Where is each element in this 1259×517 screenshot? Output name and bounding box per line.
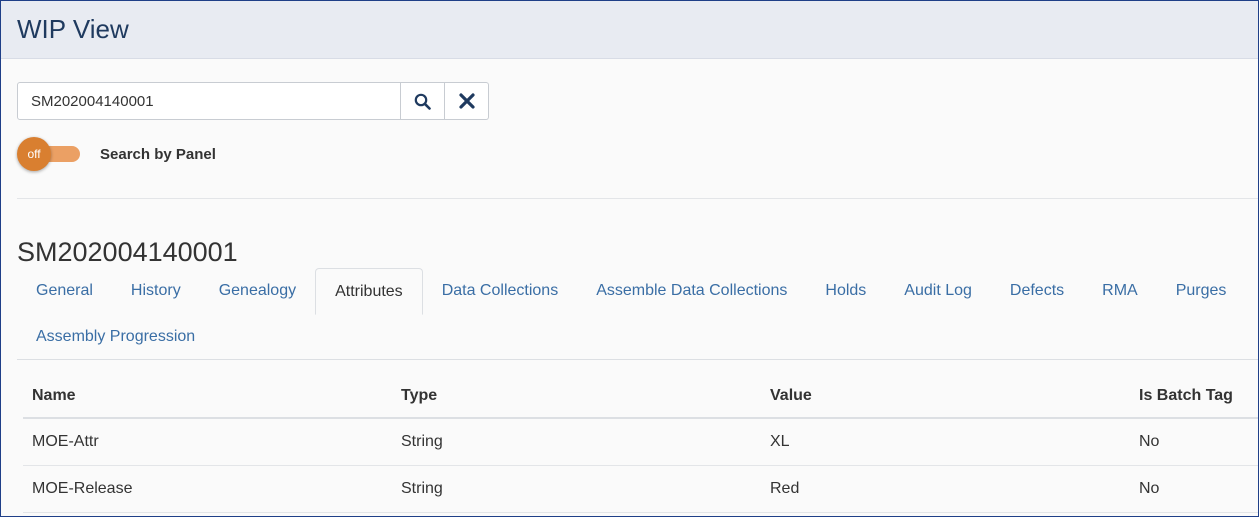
tab-assembly-progression[interactable]: Assembly Progression bbox=[17, 314, 214, 359]
tab-general[interactable]: General bbox=[17, 268, 112, 314]
app-frame: WIP View off Search by Panel SM202004140… bbox=[0, 0, 1259, 517]
tab-purges[interactable]: Purges bbox=[1157, 268, 1246, 314]
page-title: WIP View bbox=[17, 14, 129, 44]
clear-search-button[interactable] bbox=[445, 82, 489, 120]
column-header-type[interactable]: Type bbox=[392, 374, 761, 419]
cell-type: String bbox=[392, 465, 761, 513]
tab-audit-log[interactable]: Audit Log bbox=[885, 268, 991, 314]
cell-name: MOE-Release bbox=[23, 465, 392, 513]
tab-defects[interactable]: Defects bbox=[991, 268, 1083, 314]
toggle-knob: off bbox=[17, 137, 51, 171]
close-icon bbox=[458, 93, 475, 109]
tab-attributes[interactable]: Attributes bbox=[315, 268, 423, 315]
cell-value: Red bbox=[761, 465, 1130, 513]
cell-value: XL bbox=[761, 418, 1130, 466]
tab-genealogy[interactable]: Genealogy bbox=[200, 268, 315, 314]
table-row[interactable]: MOE-Attr String XL No bbox=[23, 418, 1258, 466]
search-bar bbox=[17, 82, 489, 120]
tab-row: Assembly Progression bbox=[17, 314, 1258, 359]
cell-type: String bbox=[392, 418, 761, 466]
column-header-value[interactable]: Value bbox=[761, 374, 1130, 419]
section-divider bbox=[17, 198, 1258, 199]
cell-is-batch-tag: No bbox=[1130, 465, 1258, 513]
tab-history[interactable]: History bbox=[112, 268, 200, 314]
column-header-name[interactable]: Name bbox=[23, 374, 392, 419]
serial-number-title: SM202004140001 bbox=[17, 237, 238, 267]
table-header-row: Name Type Value Is Batch Tag bbox=[23, 374, 1258, 419]
search-by-panel-toggle[interactable]: off bbox=[17, 137, 81, 171]
tab-data-collections[interactable]: Data Collections bbox=[423, 268, 578, 314]
page-header: WIP View bbox=[1, 1, 1258, 59]
search-icon bbox=[414, 93, 431, 110]
tab-holds[interactable]: Holds bbox=[806, 268, 885, 314]
table-row[interactable]: MOE-Release String Red No bbox=[23, 465, 1258, 513]
search-by-panel-row: off Search by Panel bbox=[17, 137, 216, 171]
column-header-is-batch-tag[interactable]: Is Batch Tag bbox=[1130, 374, 1258, 419]
tab-assemble-data-collections[interactable]: Assemble Data Collections bbox=[577, 268, 806, 314]
attributes-table: Name Type Value Is Batch Tag MOE-Attr St… bbox=[23, 374, 1258, 513]
tab-rma[interactable]: RMA bbox=[1083, 268, 1157, 314]
cell-name: MOE-Attr bbox=[23, 418, 392, 466]
cell-is-batch-tag: No bbox=[1130, 418, 1258, 466]
tab-row: General History Genealogy Attributes Data Co… bbox=[17, 268, 1258, 315]
search-input[interactable] bbox=[17, 82, 401, 120]
search-button[interactable] bbox=[401, 82, 445, 120]
detail-tabs: General History Genealogy Attributes Data Co… bbox=[17, 268, 1258, 360]
toggle-label: Search by Panel bbox=[100, 145, 216, 163]
